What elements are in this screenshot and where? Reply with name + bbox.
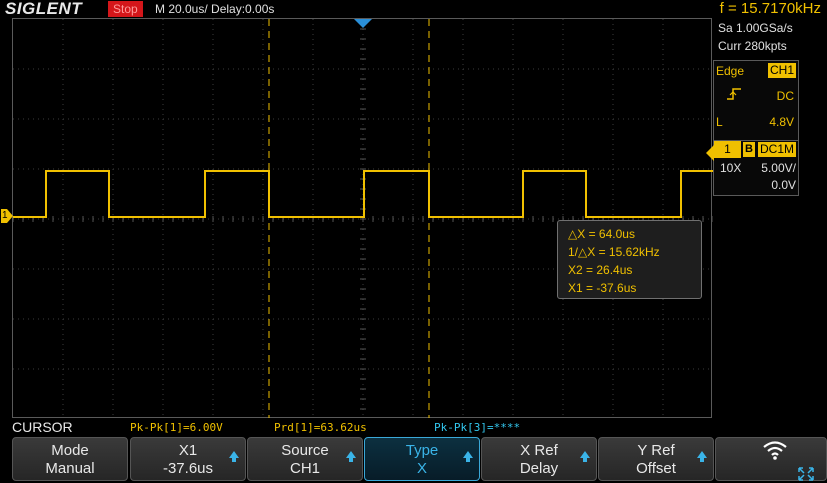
trigger-coupling: DC [776,89,794,103]
frequency-counter: f = 15.7170kHz [719,0,821,17]
softkey-type-title: Type [405,442,439,459]
adjust-knob-icon [580,451,590,462]
trigger-level-label: L [716,115,723,129]
trigger-info-box[interactable]: Edge CH1 DC L 4.8V [713,60,799,148]
info-panel: Sa 1.00GSa/s Curr 280kpts Edge CH1 DC L … [706,18,827,418]
graticule [13,19,713,419]
measurement-pkpk-1: Pk-Pk[1]=6.00V [130,421,223,434]
softkey-y-ref-value: Offset [636,460,676,477]
softkey-mode-title: Mode [51,442,89,459]
softkey-x-ref-value: Delay [519,460,559,477]
measurement-period-1: Prd[1]=63.62us [274,421,367,434]
fullscreen-icon[interactable] [797,466,815,482]
adjust-knob-icon [346,451,356,462]
bandwidth-limit-badge: B [743,142,755,157]
x2-readout: X2 = 26.4us [568,263,633,277]
softkey-source-title: Source [281,442,329,459]
inverse-delta-x-readout: 1/△X = 15.62kHz [568,245,660,259]
softkey-y-ref-title: Y Ref [637,442,675,459]
channel-offset: 0.0V [771,178,796,192]
delta-x-readout: △X = 64.0us [568,227,635,241]
measurement-status-line: CURSOR Pk-Pk[1]=6.00V Prd[1]=63.62us Pk-… [0,418,827,436]
channel1-ground-marker[interactable]: 1 [1,209,13,223]
trigger-type: Edge [716,64,745,78]
softkey-source-value: CH1 [289,460,320,477]
trigger-source: CH1 [767,63,796,78]
softkey-menu: Mode Manual X1 -37.6us Source CH1 Type X… [0,436,827,483]
softkey-type-value: X [416,460,427,477]
top-status-bar: SIGLENT Stop M 20.0us/ Delay:0.00s f = 1… [0,0,827,18]
softkey-mode-value: Manual [45,460,95,477]
softkey-x1[interactable]: X1 -37.6us [130,437,246,481]
measurement-pkpk-3: Pk-Pk[3]=**** [434,421,521,434]
softkey-type[interactable]: Type X [364,437,480,481]
trigger-level-value: 4.8V [769,115,794,129]
channel-coupling: DC1M [758,142,797,157]
softkey-y-ref[interactable]: Y Ref Offset [598,437,714,481]
wifi-icon [760,438,790,462]
channel-number: 1 [714,141,741,158]
adjust-knob-icon [229,451,239,462]
trigger-position-marker [354,19,372,28]
channel1-info-box[interactable]: 1 B DC1M 10X 5.00V/ 0.0V [706,140,799,196]
softkey-x1-title: X1 [178,442,198,459]
volts-per-div: 5.00V/ [761,161,796,175]
probe-attenuation: 10X [720,161,742,175]
menu-title: CURSOR [12,419,73,435]
softkey-x-ref[interactable]: X Ref Delay [481,437,597,481]
brand-logo: SIGLENT [5,0,83,18]
memory-depth: Curr 280kpts [718,39,787,53]
softkey-mode[interactable]: Mode Manual [12,437,128,481]
run-state-badge[interactable]: Stop [108,1,143,17]
softkey-source[interactable]: Source CH1 [247,437,363,481]
x1-readout: X1 = -37.6us [568,281,637,295]
ground-marker-label: 1 [2,210,8,221]
channel1-trace [13,170,713,218]
adjust-knob-icon [697,451,707,462]
rising-edge-icon [726,87,742,104]
softkey-x1-value: -37.6us [162,460,214,477]
cursor-readout-box: △X = 64.0us 1/△X = 15.62kHz X2 = 26.4us … [557,220,702,299]
sample-rate: Sa 1.00GSa/s [718,21,793,35]
adjust-knob-icon [463,451,473,462]
timebase-readout: M 20.0us/ Delay:0.00s [155,2,275,16]
waveform-display[interactable]: 1 [1,18,713,419]
channel-marker-icon [706,145,714,161]
softkey-x-ref-title: X Ref [520,442,558,459]
